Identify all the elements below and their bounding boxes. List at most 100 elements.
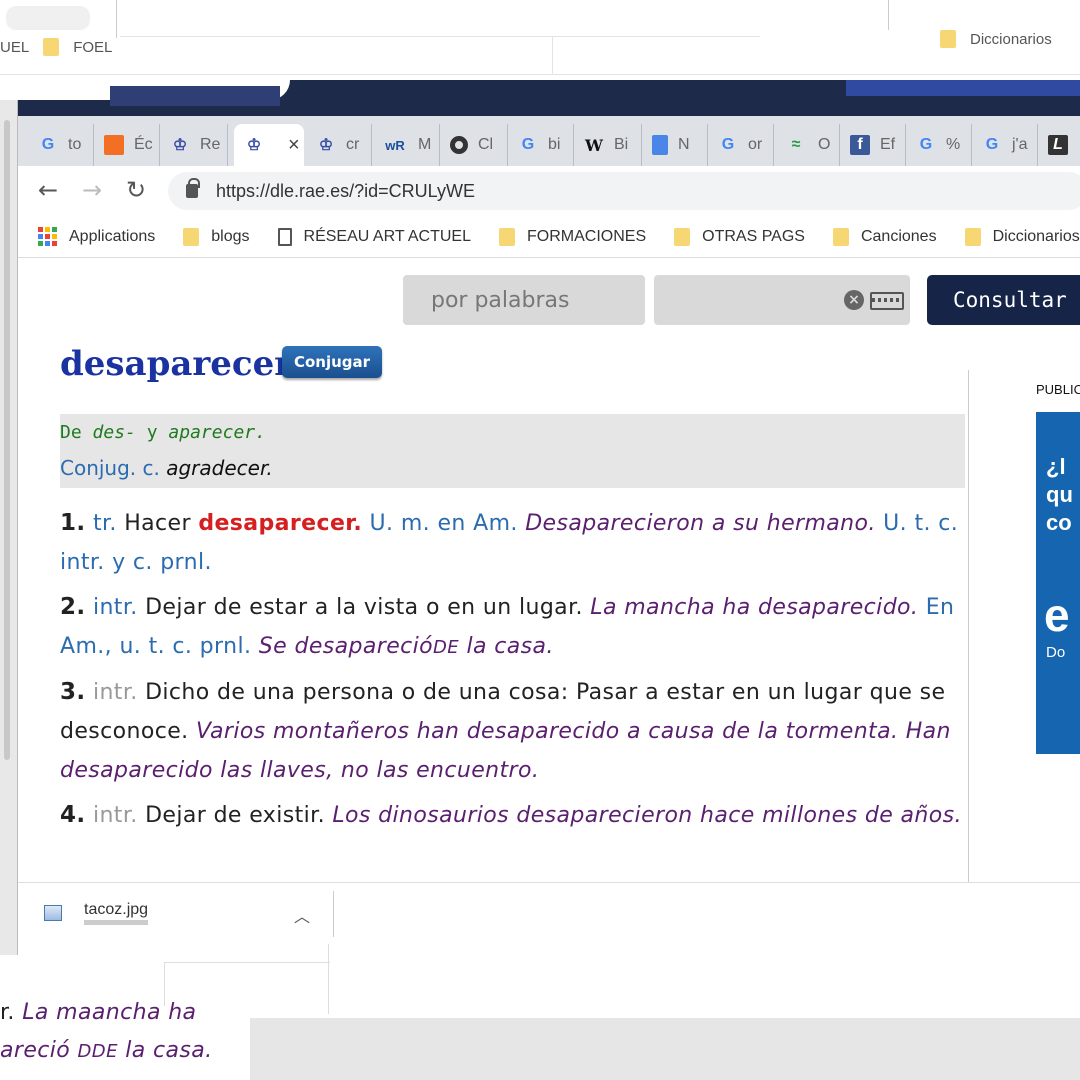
definition-text: Dejar de existir.	[145, 803, 325, 828]
grammar-abbr[interactable]: intr.	[93, 595, 138, 620]
bookmark-otras-pags[interactable]: OTRAS PAGS	[674, 227, 805, 246]
grammar-abbr[interactable]: intr.	[93, 803, 138, 828]
ghost-bookmark-diccionarios: Diccionarios	[940, 30, 1052, 48]
address-bar[interactable]: https://dle.rae.es/?id=CRULyWE	[168, 172, 1080, 210]
google-icon: G	[521, 136, 535, 153]
reload-icon[interactable]: ↻	[126, 176, 146, 204]
circle-icon	[450, 136, 468, 154]
download-filename[interactable]: tacoz.jpg	[84, 901, 149, 925]
bookmark-applications[interactable]: Applications	[38, 227, 155, 246]
tab-rae[interactable]: ♔ Re	[160, 124, 228, 166]
url-text[interactable]: https://dle.rae.es/?id=CRULyWE	[216, 181, 475, 202]
tab-google-3[interactable]: Gor	[708, 124, 774, 166]
ghost-divider	[116, 0, 117, 38]
etym-link[interactable]: aparecer.	[168, 422, 266, 443]
clear-icon[interactable]: ×	[844, 290, 864, 310]
apps-grid-icon	[38, 227, 57, 246]
ad-text: qu	[1046, 482, 1073, 507]
download-item[interactable]: tacoz.jpg	[44, 901, 149, 925]
bookmark-label: RÉSEAU ART ACTUEL	[303, 227, 471, 245]
fragment-example: la casa.	[125, 1038, 213, 1063]
tab-wordreference[interactable]: wR M	[372, 124, 440, 166]
example-text: Varios montañeros han desaparecido a cau…	[60, 719, 951, 783]
soundcloud-icon	[104, 135, 124, 155]
entry-headword: desaparecer	[60, 344, 293, 384]
definition-text: Hacer	[124, 511, 191, 536]
tab-google-5[interactable]: Gj'a	[972, 124, 1038, 166]
ghost-divider	[552, 36, 553, 74]
rae-crest-icon: ♔	[246, 137, 262, 154]
tab-rae-2[interactable]: ♔ cr	[306, 124, 372, 166]
bookmark-formaciones[interactable]: FORMACIONES	[499, 227, 647, 246]
search-mode-label: por palabras	[431, 287, 570, 313]
ad-text: Do	[1046, 644, 1066, 661]
etym-text: y	[146, 422, 158, 443]
definition-text: Dejar de estar a la vista o en un lugar.	[145, 595, 583, 620]
tab-google[interactable]: Gto	[28, 124, 94, 166]
tab-label: Éc	[134, 136, 153, 153]
titlebar-highlight	[846, 80, 1080, 96]
facebook-icon: f	[850, 135, 870, 155]
titlebar-highlight	[110, 86, 280, 106]
etym-text: De	[60, 422, 82, 443]
google-icon: G	[985, 136, 999, 153]
chevron-up-icon[interactable]: ︿	[294, 903, 310, 927]
conj-verb-link[interactable]: agradecer.	[166, 456, 272, 480]
folder-icon	[964, 227, 981, 246]
tab-wikipedia[interactable]: W Bi	[574, 124, 642, 166]
ghost-bookmark-label: UEL	[0, 38, 30, 56]
folder-icon	[43, 38, 60, 56]
definition-number: 4.	[60, 802, 86, 828]
consultar-button[interactable]: Consultar	[927, 275, 1080, 325]
bookmark-reseau-art-actuel[interactable]: RÉSEAU ART ACTUEL	[277, 227, 471, 246]
browser-toolbar: ← → ↻ https://dle.rae.es/?id=CRULyWE	[18, 166, 1080, 216]
grammar-abbr[interactable]: intr.	[93, 680, 138, 705]
search-mode-select[interactable]: por palabras	[403, 275, 645, 325]
bookmark-label: blogs	[211, 227, 250, 245]
tab-google-2[interactable]: Gbi	[508, 124, 574, 166]
collage-text-line: r. La maancha ha	[0, 1000, 196, 1025]
consultar-label: Consultar	[953, 288, 1067, 312]
scrollbar[interactable]	[4, 120, 10, 760]
keyboard-icon[interactable]	[870, 292, 904, 310]
bookmark-label: Canciones	[860, 227, 937, 245]
google-icon: G	[721, 136, 735, 153]
forward-arrow-icon[interactable]: →	[82, 176, 102, 204]
collage-divider	[164, 962, 330, 963]
bookmark-canciones[interactable]: Canciones	[832, 227, 937, 246]
tab-rae-active[interactable]: ♔ ×	[234, 124, 304, 166]
image-file-icon	[44, 905, 62, 921]
tab-soundcloud[interactable]: Éc	[94, 124, 160, 166]
tab-green-site[interactable]: ≈ O	[774, 124, 840, 166]
wordreference-icon: wR	[385, 137, 405, 153]
usage-note[interactable]: U. m. en Am.	[370, 511, 518, 536]
fragment-smallcaps: DDE	[77, 1041, 118, 1062]
tab-docs[interactable]: N	[642, 124, 708, 166]
back-arrow-icon[interactable]: ←	[38, 176, 58, 204]
definition-1: 1. tr. Hacer desaparecer. U. m. en Am. D…	[60, 504, 970, 582]
tab-label: j'a	[1012, 136, 1028, 153]
example-text: Se desapareció	[258, 634, 433, 659]
tab-circle[interactable]: Cl	[440, 124, 508, 166]
definition-2: 2. intr. Dejar de estar a la vista o en …	[60, 588, 970, 667]
tab-facebook[interactable]: f Ef	[840, 124, 906, 166]
ad-banner[interactable]: ¿l qu co e Do	[1036, 412, 1080, 754]
search-input[interactable]: ×	[654, 275, 910, 325]
bookmark-label: FORMACIONES	[527, 227, 647, 245]
grammar-abbr[interactable]: tr.	[93, 511, 117, 536]
bookmark-diccionarios[interactable]: Diccionarios	[964, 227, 1080, 246]
tab-label: Re	[200, 136, 221, 153]
etym-morpheme: des-	[92, 422, 136, 443]
tab-l-site[interactable]: L	[1038, 124, 1080, 166]
tab-label: N	[678, 136, 690, 153]
definition-number: 1.	[60, 510, 86, 536]
close-tab-icon[interactable]: ×	[288, 134, 300, 157]
collage-text-line: areció DDE la casa.	[0, 1038, 213, 1063]
ad-text: ¿l	[1046, 454, 1066, 479]
example-text: La mancha ha desaparecido.	[590, 595, 919, 620]
conjugar-button[interactable]: Conjugar	[282, 346, 382, 378]
fragment-example: La maancha ha	[22, 1000, 197, 1025]
bookmark-blogs[interactable]: blogs	[183, 227, 250, 246]
tab-google-4[interactable]: G%	[906, 124, 972, 166]
lock-icon	[186, 178, 200, 198]
